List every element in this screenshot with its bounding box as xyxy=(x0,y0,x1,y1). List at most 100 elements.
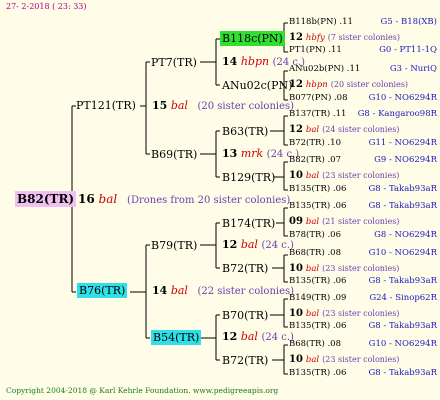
gen2-count-3: 12 xyxy=(222,238,238,251)
gen3-node-3[interactable]: B63(TR) xyxy=(222,126,268,137)
gen2-node-3[interactable]: B79(TR) xyxy=(151,240,197,251)
gen1-desc-1: (20 sister colonies) xyxy=(197,101,295,112)
gen4-drone-info: 12 hbfy (7 sister colonies) xyxy=(289,33,437,43)
gen4-node-code: G8 - Takab93aR xyxy=(368,368,438,378)
gen4-count: 12 xyxy=(289,32,303,43)
gen4-node-name: PT1(PN) .11 xyxy=(289,45,342,55)
gen1-note-2: bal xyxy=(170,284,188,297)
gen4-desc: (23 sister colonies) xyxy=(322,355,400,364)
gen4-drone-info: 10 bal (23 sister colonies) xyxy=(289,171,437,181)
gen4-node-code: G8 - Takab93aR xyxy=(368,184,438,194)
gen4-count: 10 xyxy=(289,263,303,274)
gen3-node-6[interactable]: B72(TR) xyxy=(222,263,268,274)
gen4-node[interactable]: B118b(PN) .11 G5 - B18(XB) xyxy=(289,18,437,27)
gen4-node[interactable]: B149(TR) .09 G24 - Sinop62R xyxy=(289,294,437,303)
gen4-node-name: B68(TR) .08 xyxy=(289,339,341,349)
gen4-node-code: G3 - NuriQ xyxy=(389,64,437,74)
gen4-node[interactable]: B82(TR) .07 G9 - NO6294R xyxy=(289,156,437,165)
gen4-node-name: B135(TR) .06 xyxy=(289,201,347,211)
footer-copyright: Copyright 2004-2018 @ Karl Kehrle Founda… xyxy=(6,386,279,395)
gen4-node-name: B077(PN) .08 xyxy=(289,93,348,103)
gen3-node-2[interactable]: ANu02c(PN) xyxy=(222,80,292,91)
gen2-note-4: bal xyxy=(240,330,258,343)
root-note: bal xyxy=(98,192,118,206)
gen2-drone-info-4: 12 bal (24 c.) xyxy=(222,331,294,343)
gen4-node[interactable]: B72(TR) .10 G11 - NO6294R xyxy=(289,139,437,148)
gen4-desc: (23 sister colonies) xyxy=(322,264,400,273)
gen4-note: bal xyxy=(305,309,320,319)
gen4-node[interactable]: B135(TR) .06 G8 - Takab93aR xyxy=(289,369,437,378)
gen2-drone-info-3: 12 bal (24 c.) xyxy=(222,239,294,251)
gen4-node-name: B149(TR) .09 xyxy=(289,293,347,303)
gen4-node[interactable]: B077(PN) .08 G10 - NO6294R xyxy=(289,94,437,103)
gen4-node-name: B135(TR) .06 xyxy=(289,184,347,194)
gen3-node-1[interactable]: B118c(PN) xyxy=(220,31,285,46)
gen1-drone-info-1: 15 bal (20 sister colonies) xyxy=(152,100,294,112)
root-queen-label: B82(TR) xyxy=(15,191,77,207)
gen2-node-4[interactable]: B54(TR) xyxy=(151,330,202,345)
gen4-note: bal xyxy=(305,355,320,365)
gen2-count-2: 13 xyxy=(222,147,238,160)
gen4-node[interactable]: B68(TR) .08 G10 - NO6294R xyxy=(289,249,437,258)
gen3-note-1: hbpn xyxy=(240,55,270,68)
gen2-node-1[interactable]: PT7(TR) xyxy=(151,57,197,68)
gen4-node-code: G8 - Kangaroo98R xyxy=(357,109,437,119)
gen4-node-code: G24 - Sinop62R xyxy=(369,293,437,303)
gen4-node-code: G10 - NO6294R xyxy=(368,339,437,349)
root-queen[interactable]: B82(TR) xyxy=(15,191,77,207)
gen1-drone-info-2: 14 bal (22 sister colonies) xyxy=(152,285,294,297)
gen3-node-5[interactable]: B174(TR) xyxy=(222,218,275,229)
gen4-node[interactable]: PT1(PN) .11 G0 - PT11-1Q xyxy=(289,46,437,55)
gen4-drone-info: 09 bal (21 sister colonies) xyxy=(289,217,437,227)
gen4-node-code: G10 - NO6294R xyxy=(368,93,437,103)
gen3-node-4[interactable]: B129(TR) xyxy=(222,172,275,183)
gen4-node[interactable]: B78(TR) .06 G8 - NO6294R xyxy=(289,231,437,240)
gen3-node-7[interactable]: B70(TR) xyxy=(222,310,268,321)
gen4-node-name: B135(TR) .06 xyxy=(289,276,347,286)
gen4-node[interactable]: B135(TR) .06 G8 - Takab93aR xyxy=(289,277,437,286)
gen1-node-2[interactable]: B76(TR) xyxy=(77,283,128,298)
gen4-node-name: B68(TR) .08 xyxy=(289,248,341,258)
gen2-node-4-label: B54(TR) xyxy=(151,330,202,345)
gen4-node-name: ANu02b(PN) .11 xyxy=(289,64,361,74)
timestamp: 27- 2-2018 ( 23: 33) xyxy=(6,2,87,11)
gen4-node-code: G10 - NO6294R xyxy=(368,248,437,258)
gen4-node[interactable]: B135(TR) .06 G8 - Takab93aR xyxy=(289,322,437,331)
gen4-node[interactable]: B68(TR) .08 G10 - NO6294R xyxy=(289,340,437,349)
gen4-note: hbfy xyxy=(305,33,325,43)
gen4-count: 10 xyxy=(289,308,303,319)
gen4-count: 12 xyxy=(289,79,303,90)
gen4-note: hbpn xyxy=(305,80,328,90)
gen4-node-name: B72(TR) .10 xyxy=(289,138,341,148)
gen2-node-2[interactable]: B69(TR) xyxy=(151,149,197,160)
gen2-drone-info-2: 13 mrk (24 c.) xyxy=(222,148,299,160)
gen4-node[interactable]: B135(TR) .06 G8 - Takab93aR xyxy=(289,185,437,194)
gen1-desc-2: (22 sister colonies) xyxy=(197,286,295,297)
gen3-node-8[interactable]: B72(TR) xyxy=(222,355,268,366)
gen1-note-1: bal xyxy=(170,99,188,112)
gen1-node-1[interactable]: PT121(TR) xyxy=(76,100,136,111)
gen4-node[interactable]: B135(TR) .06 G8 - Takab93aR xyxy=(289,202,437,211)
gen4-node-name: B118b(PN) .11 xyxy=(289,17,353,27)
gen4-node-name: B78(TR) .06 xyxy=(289,230,341,240)
gen4-node-code: G0 - PT11-1Q xyxy=(379,45,437,55)
gen4-node-code: G8 - NO6294R xyxy=(374,230,437,240)
gen4-note: bal xyxy=(305,125,320,135)
gen2-note-2: mrk xyxy=(240,147,264,160)
gen4-node-code: G8 - Takab93aR xyxy=(368,321,438,331)
gen4-desc: (23 sister colonies) xyxy=(322,171,400,180)
gen4-node[interactable]: ANu02b(PN) .11 G3 - NuriQ xyxy=(289,65,437,74)
gen4-drone-info: 10 bal (23 sister colonies) xyxy=(289,355,437,365)
gen4-node-code: G11 - NO6294R xyxy=(368,138,437,148)
root-count: 16 xyxy=(78,192,95,206)
gen4-node-name: B82(TR) .07 xyxy=(289,155,341,165)
gen4-node[interactable]: B137(TR) .11 G8 - Kangaroo98R xyxy=(289,110,437,119)
gen4-node-code: G8 - Takab93aR xyxy=(368,201,438,211)
gen4-node-name: B137(TR) .11 xyxy=(289,109,347,119)
gen4-node-code: G8 - Takab93aR xyxy=(368,276,438,286)
gen4-drone-info: 10 bal (23 sister colonies) xyxy=(289,264,437,274)
gen1-count-2: 14 xyxy=(152,284,168,297)
gen4-count: 10 xyxy=(289,170,303,181)
gen4-drone-info: 10 bal (23 sister colonies) xyxy=(289,309,437,319)
gen2-count-4: 12 xyxy=(222,330,238,343)
